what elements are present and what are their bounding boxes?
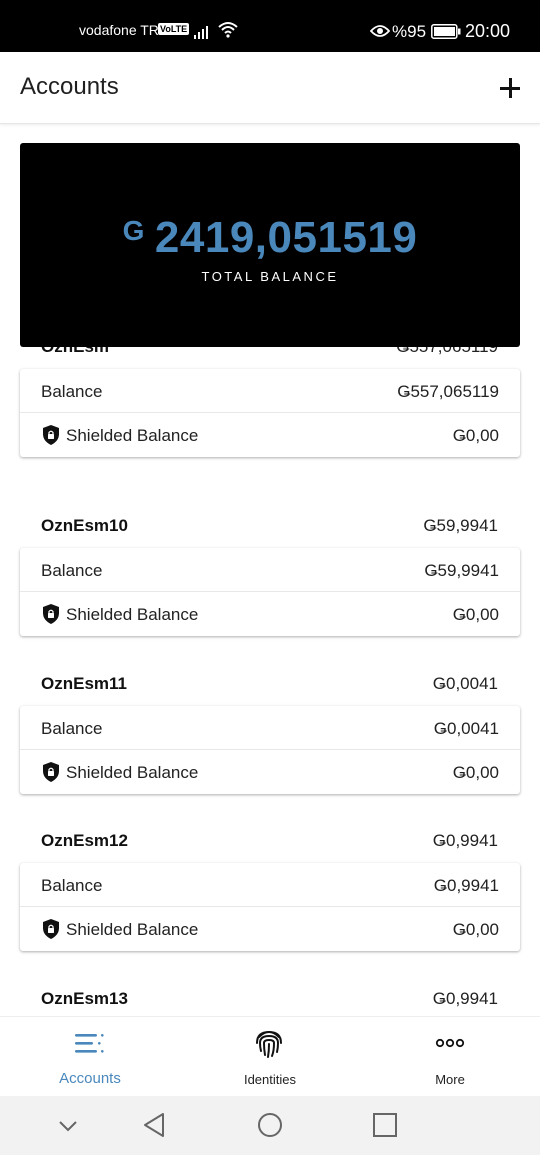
account-item: OznEsm13 Ǥ0,9941 xyxy=(0,977,540,1016)
volte-badge: VoLTE xyxy=(158,23,190,35)
list-icon xyxy=(75,1034,104,1053)
account-item: OznEsm11 Ǥ0,0041 Balance Ǥ0,0041 Shielde… xyxy=(0,662,540,819)
back-triangle-icon[interactable] xyxy=(139,1110,169,1140)
account-total: Ǥ0,9941 xyxy=(432,989,498,1008)
signal-icon xyxy=(194,26,208,39)
shielded-balance-value: Ǥ0,00 xyxy=(452,763,499,782)
shielded-balance-row: Shielded Balance Ǥ0,00 xyxy=(20,750,520,794)
balance-label: Balance xyxy=(41,876,103,895)
balance-row: Balance Ǥ0,9941 xyxy=(20,863,520,907)
total-balance-value: 2419,051519 xyxy=(154,213,418,262)
recents-square-icon[interactable] xyxy=(370,1110,400,1140)
account-name: OznEsm xyxy=(41,347,109,357)
carrier-name: vodafone TR xyxy=(79,22,159,38)
gtu-currency-icon: G xyxy=(122,215,145,246)
nav-label: Accounts xyxy=(59,1070,121,1087)
balance-value: Ǥ0,0041 xyxy=(433,719,499,738)
shielded-balance-label: Shielded Balance xyxy=(66,605,199,624)
battery-icon xyxy=(431,24,461,39)
shielded-balance-label: Shielded Balance xyxy=(66,920,199,939)
nav-label: More xyxy=(435,1072,465,1087)
account-name: OznEsm13 xyxy=(41,989,128,1008)
shielded-balance-value: Ǥ0,00 xyxy=(452,920,499,939)
status-bar: vodafone TR VoLTE %95 20:00 xyxy=(0,0,540,52)
balance-row: Balance Ǥ59,9941 xyxy=(20,548,520,592)
account-name: OznEsm10 xyxy=(41,516,128,535)
account-balance-card[interactable]: Balance Ǥ0,9941 Shielded Balance Ǥ0,00 xyxy=(20,863,520,951)
account-balance-card[interactable]: Balance Ǥ557,065119 Shielded Balance Ǥ0,… xyxy=(20,369,520,457)
total-balance-label: TOTAL BALANCE xyxy=(201,269,339,284)
nav-accounts[interactable]: Accounts xyxy=(0,1017,180,1097)
account-total: Ǥ59,9941 xyxy=(423,516,498,535)
nav-label: Identities xyxy=(243,1072,297,1087)
account-item: OznEsm10 Ǥ59,9941 Balance Ǥ59,9941 Shiel… xyxy=(0,504,540,661)
shield-lock-icon xyxy=(43,425,59,445)
shield-lock-icon xyxy=(43,762,59,782)
nav-identities[interactable]: Identities xyxy=(180,1017,360,1097)
balance-value: Ǥ0,9941 xyxy=(433,876,499,895)
bottom-navigation: Accounts Identities More xyxy=(0,1016,540,1096)
app-header: Accounts xyxy=(0,52,540,124)
shielded-balance-row: Shielded Balance Ǥ0,00 xyxy=(20,413,520,457)
wifi-icon xyxy=(218,22,238,38)
balance-row: Balance Ǥ0,0041 xyxy=(20,706,520,750)
page-title: Accounts xyxy=(20,73,119,100)
shielded-balance-value: Ǥ0,00 xyxy=(452,605,499,624)
shield-lock-icon xyxy=(43,604,59,624)
system-navigation-bar xyxy=(0,1096,540,1155)
account-header[interactable]: OznEsm13 Ǥ0,9941 xyxy=(0,977,540,1016)
balance-label: Balance xyxy=(41,719,103,738)
account-name: OznEsm12 xyxy=(41,831,128,850)
account-total: Ǥ557,065119 xyxy=(396,347,498,357)
account-header[interactable]: OznEsm11 Ǥ0,0041 xyxy=(0,662,540,706)
balance-label: Balance xyxy=(41,561,103,580)
account-balance-card[interactable]: Balance Ǥ59,9941 Shielded Balance Ǥ0,00 xyxy=(20,548,520,636)
account-header[interactable]: OznEsm12 Ǥ0,9941 xyxy=(0,819,540,863)
shield-lock-icon xyxy=(43,919,59,939)
shielded-balance-row: Shielded Balance Ǥ0,00 xyxy=(20,592,520,636)
clock: 20:00 xyxy=(465,21,511,41)
shielded-balance-row: Shielded Balance Ǥ0,00 xyxy=(20,907,520,951)
nav-more[interactable]: More xyxy=(360,1017,540,1097)
shielded-balance-value: Ǥ0,00 xyxy=(452,426,499,445)
home-circle-icon[interactable] xyxy=(255,1110,285,1140)
shielded-balance-label: Shielded Balance xyxy=(66,763,199,782)
more-dots-icon xyxy=(435,1038,465,1048)
add-account-button[interactable] xyxy=(494,72,526,104)
balance-value: Ǥ557,065119 xyxy=(397,382,499,401)
account-total: Ǥ0,0041 xyxy=(432,674,498,693)
fingerprint-icon xyxy=(256,1030,282,1058)
balance-label: Balance xyxy=(41,382,103,401)
total-balance-card: G 2419,051519 TOTAL BALANCE xyxy=(20,143,520,347)
account-header[interactable]: OznEsm10 Ǥ59,9941 xyxy=(0,504,540,548)
account-list[interactable]: OznEsm Ǥ557,065119 Balance Ǥ557,065119 S… xyxy=(0,347,540,1016)
account-balance-card[interactable]: Balance Ǥ0,0041 Shielded Balance Ǥ0,00 xyxy=(20,706,520,794)
account-item: OznEsm12 Ǥ0,9941 Balance Ǥ0,9941 Shielde… xyxy=(0,819,540,976)
account-name: OznEsm11 xyxy=(41,674,127,693)
chevron-down-icon[interactable] xyxy=(53,1110,83,1140)
account-item: OznEsm Ǥ557,065119 Balance Ǥ557,065119 S… xyxy=(0,347,540,482)
eye-icon xyxy=(370,25,390,37)
balance-value: Ǥ59,9941 xyxy=(424,561,499,580)
balance-row: Balance Ǥ557,065119 xyxy=(20,369,520,413)
total-balance-amount: G 2419,051519 xyxy=(20,213,520,263)
account-total: Ǥ0,9941 xyxy=(432,831,498,850)
battery-percent: %95 xyxy=(392,22,427,41)
account-header[interactable]: OznEsm Ǥ557,065119 xyxy=(0,347,540,369)
shielded-balance-label: Shielded Balance xyxy=(66,426,199,445)
